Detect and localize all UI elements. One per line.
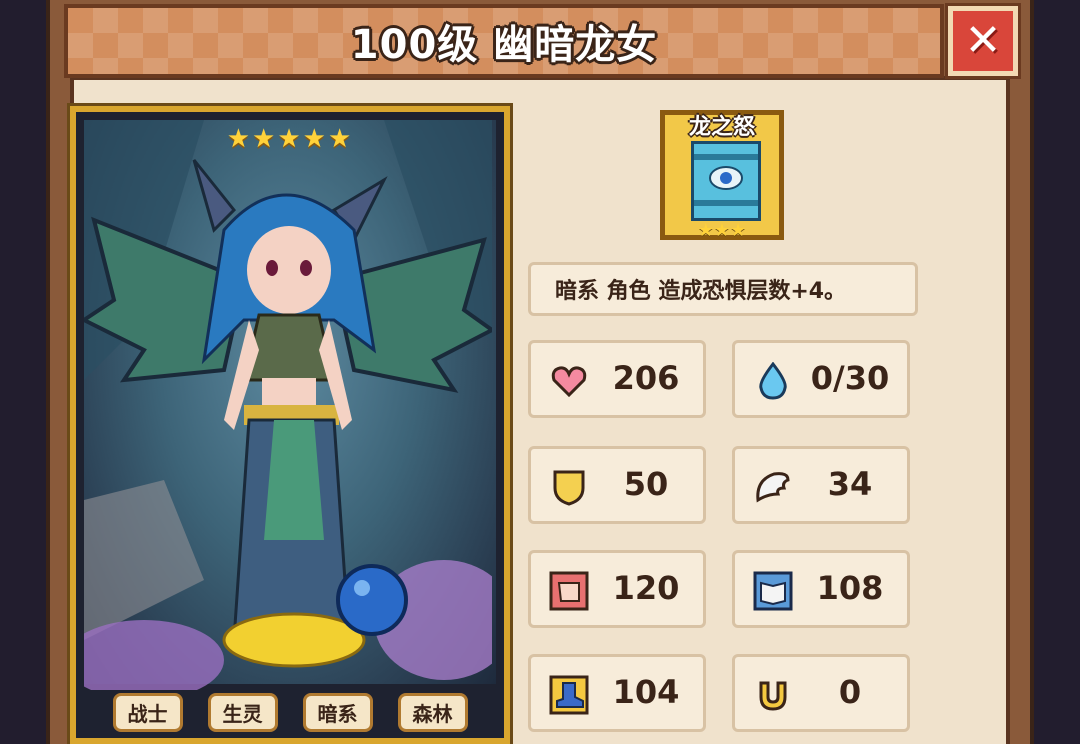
- stat-luck: 0: [732, 654, 910, 732]
- stat-value: 104: [612, 673, 680, 711]
- boot-icon: [549, 675, 589, 715]
- stat-attack: 120: [528, 550, 706, 628]
- stat-value: 50: [623, 465, 669, 503]
- skill-slot[interactable]: 龙之怒 ★★★: [660, 110, 784, 241]
- stat-value: 108: [816, 569, 884, 607]
- water-drop-icon: [753, 361, 793, 401]
- skill-description: 暗系 角色 造成恐惧层数+4。: [528, 262, 918, 316]
- skill-stars: ★★★: [697, 220, 747, 241]
- shield-icon: [549, 467, 589, 507]
- stat-hp: 206: [528, 340, 706, 418]
- stat-agility: 34: [732, 446, 910, 524]
- wing-icon: [753, 467, 793, 507]
- book-icon: [753, 571, 793, 611]
- close-icon: ✕: [964, 15, 1002, 66]
- tag-dark: 暗系: [302, 692, 373, 732]
- heart-icon: [549, 361, 589, 401]
- tag-creature: 生灵: [207, 692, 278, 732]
- stat-mana: 0/30: [732, 340, 910, 418]
- title-bar: 100级 幽暗龙女: [64, 4, 944, 78]
- horseshoe-icon: [753, 675, 793, 715]
- character-portrait: ★★★★★: [84, 120, 496, 690]
- tag-list: 战士 生灵 暗系 森林: [76, 692, 504, 732]
- skill-book-icon: [691, 141, 761, 221]
- stat-speed: 104: [528, 654, 706, 732]
- tag-warrior: 战士: [112, 692, 183, 732]
- stat-magic: 108: [732, 550, 910, 628]
- stat-value: 0/30: [810, 359, 890, 397]
- tag-forest: 森林: [397, 692, 468, 732]
- card-rarity-stars: ★★★★★: [226, 124, 354, 154]
- stat-value: 120: [612, 569, 680, 607]
- close-button[interactable]: ✕: [945, 3, 1021, 79]
- stat-value: 34: [827, 465, 873, 503]
- skill-name: 龙之怒: [688, 115, 755, 140]
- stat-defense: 50: [528, 446, 706, 524]
- character-card: ★★★★★ 战士 生灵 暗系 森林: [67, 103, 513, 744]
- stat-value: 0: [838, 673, 862, 711]
- page-title: 100级 幽暗龙女: [350, 22, 658, 68]
- fist-icon: [549, 571, 589, 611]
- stat-value: 206: [612, 359, 680, 397]
